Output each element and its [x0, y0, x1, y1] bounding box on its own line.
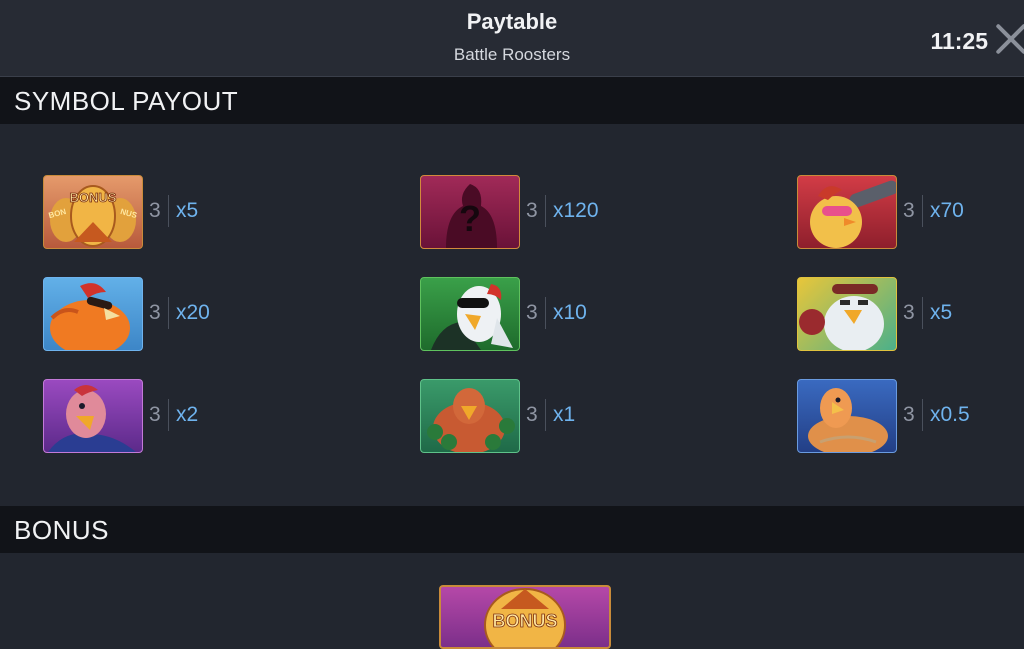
rooster-karate-icon — [43, 379, 143, 453]
symbol-multiplier: x5 — [176, 199, 199, 222]
svg-text:BONUS: BONUS — [70, 190, 117, 205]
symbol-multiplier: x10 — [553, 301, 587, 324]
payout-item: 3 x2 — [43, 379, 283, 453]
divider — [168, 297, 169, 329]
section-header-bonus: BONUS — [0, 506, 1024, 553]
svg-text:BONUS: BONUS — [492, 611, 557, 631]
payout-item: ? 3 x120 — [420, 175, 660, 249]
bonus-egg-icon: BONUS — [439, 585, 611, 649]
section-title: SYMBOL PAYOUT — [14, 86, 239, 116]
rooster-ninja-icon — [420, 277, 520, 351]
symbol-count: 3 — [903, 199, 915, 222]
symbol-count: 3 — [149, 301, 161, 324]
payout-item: 3 x1 — [420, 379, 660, 453]
section-title: BONUS — [14, 515, 109, 545]
symbol-count: 3 — [149, 199, 161, 222]
symbol-multiplier: x120 — [553, 199, 599, 222]
page-title: Paytable — [466, 9, 558, 34]
divider — [922, 195, 923, 227]
rooster-orange-icon — [43, 277, 143, 351]
symbol-multiplier: x0.5 — [930, 403, 970, 426]
symbol-count: 3 — [903, 301, 915, 324]
close-icon[interactable] — [994, 22, 1024, 56]
payout-item: 3 x20 — [43, 277, 283, 351]
rooster-sunglasses-icon — [797, 175, 897, 249]
mystery-icon: ? — [420, 175, 520, 249]
clock: 11:25 — [930, 28, 988, 54]
svg-text:?: ? — [459, 198, 481, 239]
symbol-multiplier: x70 — [930, 199, 964, 222]
section-header-symbol-payout: SYMBOL PAYOUT — [0, 77, 1024, 124]
divider — [168, 399, 169, 431]
symbol-multiplier: x20 — [176, 301, 210, 324]
symbol-multiplier: x1 — [553, 403, 576, 426]
payout-item: 3 x5 — [797, 277, 1024, 351]
symbol-count: 3 — [903, 403, 915, 426]
divider — [545, 195, 546, 227]
symbol-count: 3 — [149, 403, 161, 426]
divider — [545, 399, 546, 431]
divider — [545, 297, 546, 329]
payout-item: 3 x70 — [797, 175, 1024, 249]
symbol-multiplier: x5 — [930, 301, 953, 324]
rooster-muscle-icon — [797, 379, 897, 453]
bonus-egg-icon: BONUS BON NUS — [43, 175, 143, 249]
symbol-count: 3 — [526, 403, 538, 426]
divider — [922, 297, 923, 329]
divider — [922, 399, 923, 431]
rooster-boxer-icon — [797, 277, 897, 351]
symbol-count: 3 — [526, 301, 538, 324]
symbol-count: 3 — [526, 199, 538, 222]
payout-item: BONUS BON NUS 3 x5 — [43, 175, 283, 249]
payout-item: 3 x0.5 — [797, 379, 1024, 453]
divider — [168, 195, 169, 227]
rooster-sumo-icon — [420, 379, 520, 453]
header-bar: Paytable Battle Roosters 11:25 — [0, 0, 1024, 77]
game-subtitle: Battle Roosters — [453, 45, 571, 64]
symbol-multiplier: x2 — [176, 403, 199, 426]
payout-item: 3 x10 — [420, 277, 660, 351]
